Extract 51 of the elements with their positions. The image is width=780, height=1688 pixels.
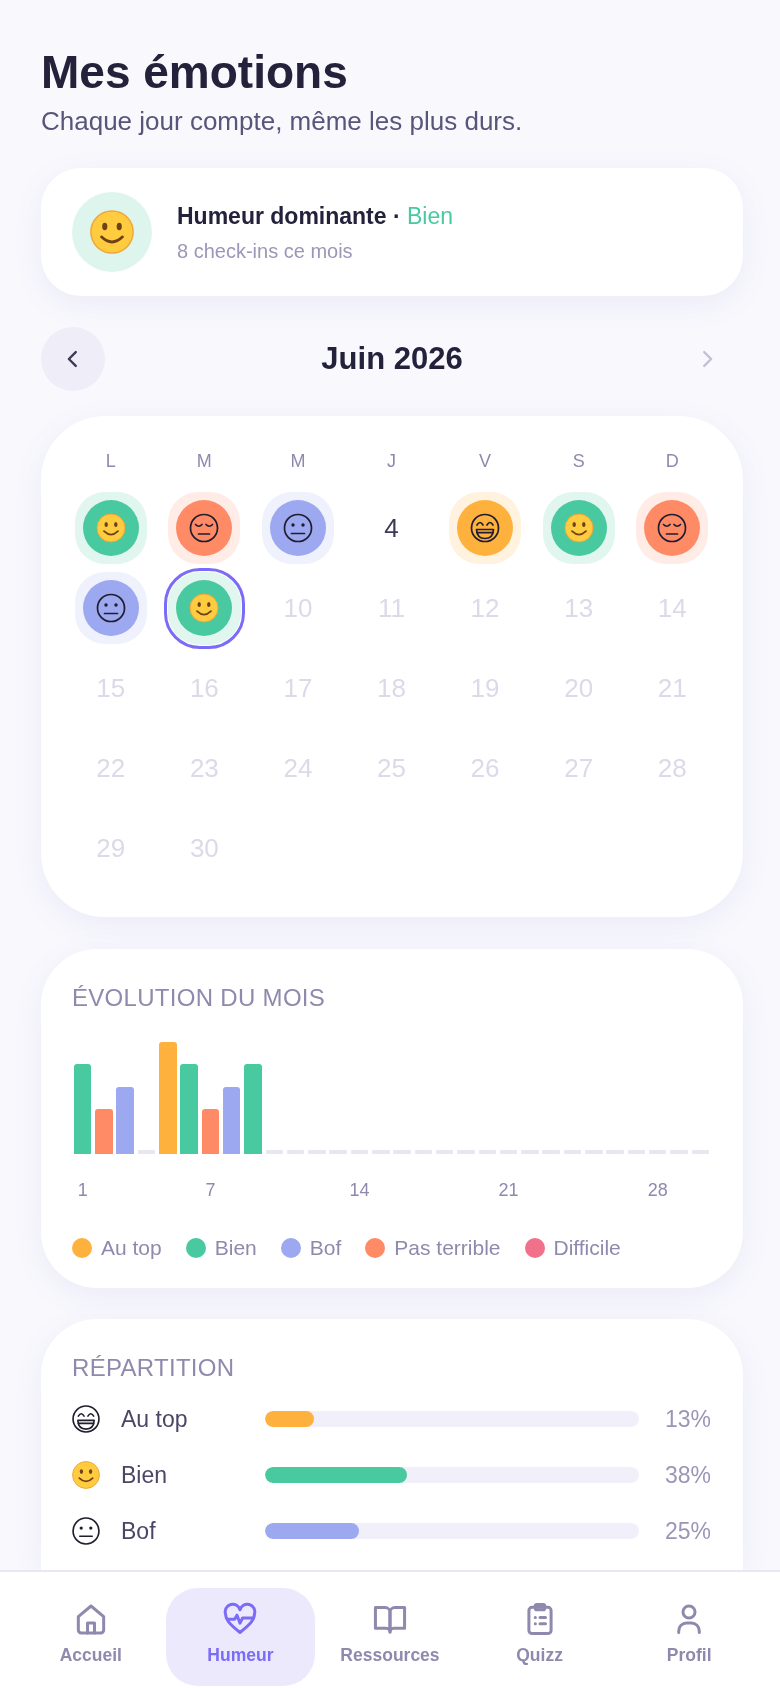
calendar-day[interactable] [168, 492, 241, 565]
neutral-face-icon [269, 500, 326, 557]
calendar-day[interactable] [261, 492, 334, 565]
legend-label: Bien [214, 1236, 257, 1261]
axis-label: 21 [498, 1179, 519, 1203]
calendar-day[interactable] [636, 492, 709, 565]
smiling-face-icon [550, 500, 607, 557]
section-title: RÉPARTITION [72, 1353, 236, 1384]
weekday-label: V [479, 450, 492, 474]
weekday-label: M [196, 450, 212, 474]
nav-tab[interactable]: Quizz [464, 1588, 615, 1686]
smiling-face-icon [176, 580, 233, 637]
calendar-day[interactable]: 4 [384, 513, 399, 544]
calendar-day[interactable] [449, 492, 522, 565]
page-title: Mes émotions [41, 47, 349, 98]
pensive-face-icon [176, 500, 233, 557]
legend-label: Bof [309, 1236, 342, 1261]
pensive-face-icon [644, 500, 701, 557]
nav-tab[interactable]: Accueil [16, 1588, 166, 1686]
mood-label: Bof [121, 1517, 157, 1545]
section-title: ÉVOLUTION DU MOIS [72, 983, 327, 1014]
mood-label: Bien [121, 1461, 169, 1489]
axis-label: 14 [349, 1179, 370, 1203]
nav-tab[interactable]: Humeur [165, 1588, 316, 1686]
percent-value: 13% [664, 1405, 711, 1433]
weekday-label: J [387, 450, 396, 474]
percent-value: 25% [664, 1517, 711, 1545]
legend-label: Au top [101, 1236, 162, 1261]
month-title: Juin 2026 [321, 341, 463, 378]
page-subtitle: Chaque jour compte, même les plus durs. [41, 104, 524, 138]
smiling-face-icon [72, 1461, 100, 1490]
grinning-face-icon [72, 1405, 100, 1434]
legend-label: Pas terrible [394, 1236, 501, 1261]
neutral-face-icon [82, 580, 139, 637]
smiling-face-icon [82, 500, 139, 557]
axis-label: 7 [205, 1179, 216, 1203]
weekday-label: L [105, 450, 116, 474]
legend-label: Difficile [553, 1236, 621, 1261]
percent-value: 38% [664, 1461, 711, 1489]
neutral-face-icon [72, 1517, 100, 1546]
axis-label: 1 [77, 1179, 88, 1203]
weekday-label: D [665, 450, 679, 474]
grinning-face-icon [457, 500, 514, 557]
weekday-label: M [290, 450, 306, 474]
check-in-count: 8 check-ins ce mois [177, 238, 354, 264]
dominant-mood-text: Humeur dominante · Bien [177, 201, 454, 231]
nav-tab[interactable]: Profil [614, 1588, 764, 1686]
mood-label: Au top [121, 1405, 189, 1433]
nav-tab[interactable]: Ressources [315, 1588, 465, 1686]
weekday-label: S [572, 450, 585, 474]
axis-label: 28 [647, 1179, 668, 1203]
